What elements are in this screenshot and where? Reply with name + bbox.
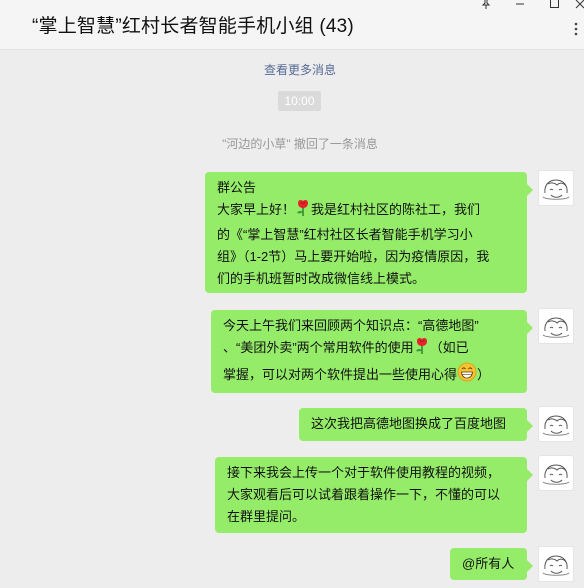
close-icon[interactable] xyxy=(572,0,584,12)
rose-emoji-icon xyxy=(295,199,311,224)
message-text: （如已 xyxy=(429,340,469,355)
message-bubble[interactable]: 今天上午我们来回顾两个知识点：“高德地图” 、“美团外卖”两个常用软件的使用 （如… xyxy=(211,310,533,393)
timestamp: 10:00 xyxy=(278,91,321,111)
message-bubble[interactable]: @所有人 xyxy=(450,548,533,580)
message-line: 、“美团外卖”两个常用软件的使用 （如已 xyxy=(223,337,517,362)
message-text: 、“美团外卖”两个常用软件的使用 xyxy=(223,340,414,355)
sketch-avatar xyxy=(542,555,570,576)
avatar[interactable] xyxy=(538,406,574,442)
more-icon[interactable] xyxy=(574,22,582,36)
message-line: 的《“掌上智慧”红村社区长者智能手机学习小 xyxy=(217,227,473,242)
message-line: 这次我把高德地图换成了百度地图 xyxy=(311,416,507,431)
message-line: 掌握，可以对两个软件提出一些使用心得 ） xyxy=(223,362,517,389)
message-text: 掌握，可以对两个软件提出一些使用心得 xyxy=(223,367,458,382)
message-bubble[interactable]: 这次我把高德地图换成了百度地图 xyxy=(299,408,533,441)
message-bubble[interactable]: 群公告 大家早上好！ 我是红村社区的陈社工，我们 的《“掌上智慧”红村社区长者智能… xyxy=(205,172,533,293)
message-text: 我是红村社区的陈社工，我们 xyxy=(311,202,481,217)
avatar[interactable] xyxy=(538,546,574,582)
message-text: 大家早上好！ xyxy=(217,202,296,217)
recall-notice: "河边的小草" 撤回了一条消息 xyxy=(222,137,378,151)
message-line: 群公告 xyxy=(217,180,257,195)
view-more-messages-link[interactable]: 查看更多消息 xyxy=(0,61,584,78)
message-line: @所有人 xyxy=(462,556,515,571)
message-line: 今天上午我们来回顾两个知识点：“高德地图” xyxy=(223,318,479,333)
message-bubble[interactable]: 接下来我会上传一个对于软件使用教程的视频， 大家观看后可以试着跟着操作一下，不懂… xyxy=(215,457,533,533)
message-line: 接下来我会上传一个对于软件使用教程的视频， xyxy=(227,465,501,480)
sketch-avatar xyxy=(542,317,570,338)
message-line: 大家观看后可以试着跟着操作一下，不懂的可以 xyxy=(227,487,501,502)
message-text: ） xyxy=(477,367,491,382)
message-line: 组》（1-2节）马上要开始啦，因为疫情原因，我 xyxy=(217,249,490,264)
message-line: 们的手机班暂时改成微信线上模式。 xyxy=(217,271,426,286)
rose-emoji-icon xyxy=(414,337,430,362)
minimize-icon[interactable] xyxy=(512,0,528,12)
maximize-icon[interactable] xyxy=(546,0,562,12)
sketch-avatar xyxy=(542,415,570,436)
pin-icon[interactable] xyxy=(478,0,494,12)
sketch-avatar xyxy=(542,179,570,200)
avatar[interactable] xyxy=(538,308,574,344)
chat-title: “掌上智慧”红村长者智能手机小组 (43) xyxy=(32,16,354,37)
avatar[interactable] xyxy=(538,170,574,206)
message-line: 在群里提问。 xyxy=(227,509,306,524)
chat-title-bar: “掌上智慧”红村长者智能手机小组 (43) xyxy=(0,0,584,50)
message-line: 大家早上好！ 我是红村社区的陈社工，我们 xyxy=(217,199,517,224)
sketch-avatar xyxy=(542,464,570,485)
avatar[interactable] xyxy=(538,455,574,491)
grin-emoji-icon xyxy=(457,362,477,389)
